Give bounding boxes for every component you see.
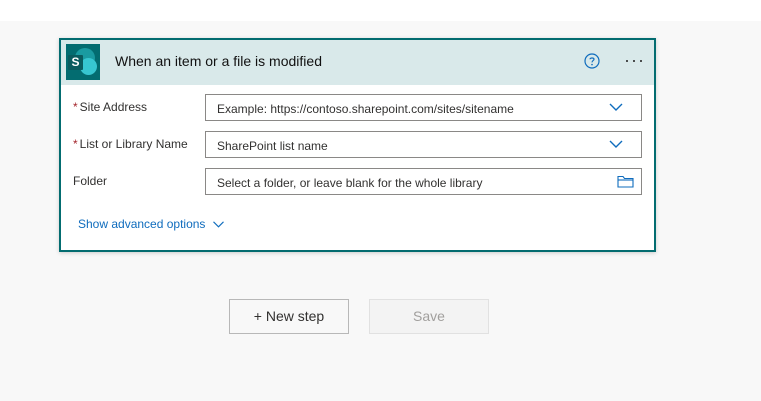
folder-icon[interactable] (617, 175, 634, 188)
new-step-button[interactable]: + New step (229, 299, 349, 334)
trigger-title: When an item or a file is modified (115, 53, 322, 69)
folder-label: Folder (73, 174, 108, 188)
site-address-placeholder: Example: https://contoso.sharepoint.com/… (217, 102, 514, 116)
show-advanced-options-label: Show advanced options (78, 217, 206, 231)
more-options-icon[interactable]: ··· (624, 50, 645, 70)
chevron-down-icon[interactable] (609, 102, 623, 112)
required-marker: * (73, 100, 78, 114)
list-name-placeholder: SharePoint list name (217, 139, 328, 153)
folder-input[interactable]: Select a folder, or leave blank for the … (205, 168, 642, 195)
chevron-down-icon (213, 220, 225, 228)
folder-placeholder: Select a folder, or leave blank for the … (217, 176, 483, 190)
sharepoint-logo-letter: S (68, 55, 83, 70)
sharepoint-logo-icon: S (66, 44, 100, 80)
chevron-down-icon[interactable] (609, 139, 623, 149)
list-name-label: * List or Library Name (73, 137, 188, 151)
list-name-label-text: List or Library Name (79, 137, 188, 151)
show-advanced-options-link[interactable]: Show advanced options (78, 217, 225, 231)
required-marker: * (73, 137, 78, 151)
site-address-dropdown[interactable]: Example: https://contoso.sharepoint.com/… (205, 94, 642, 121)
site-address-label: * Site Address (73, 100, 147, 114)
top-strip (0, 0, 761, 21)
list-name-dropdown[interactable]: SharePoint list name (205, 131, 642, 158)
site-address-label-text: Site Address (79, 100, 148, 114)
trigger-card-header[interactable]: S When an item or a file is modified ··· (61, 40, 654, 85)
help-icon[interactable] (584, 53, 600, 69)
trigger-card: S When an item or a file is modified ···… (59, 38, 656, 252)
save-button[interactable]: Save (369, 299, 489, 334)
